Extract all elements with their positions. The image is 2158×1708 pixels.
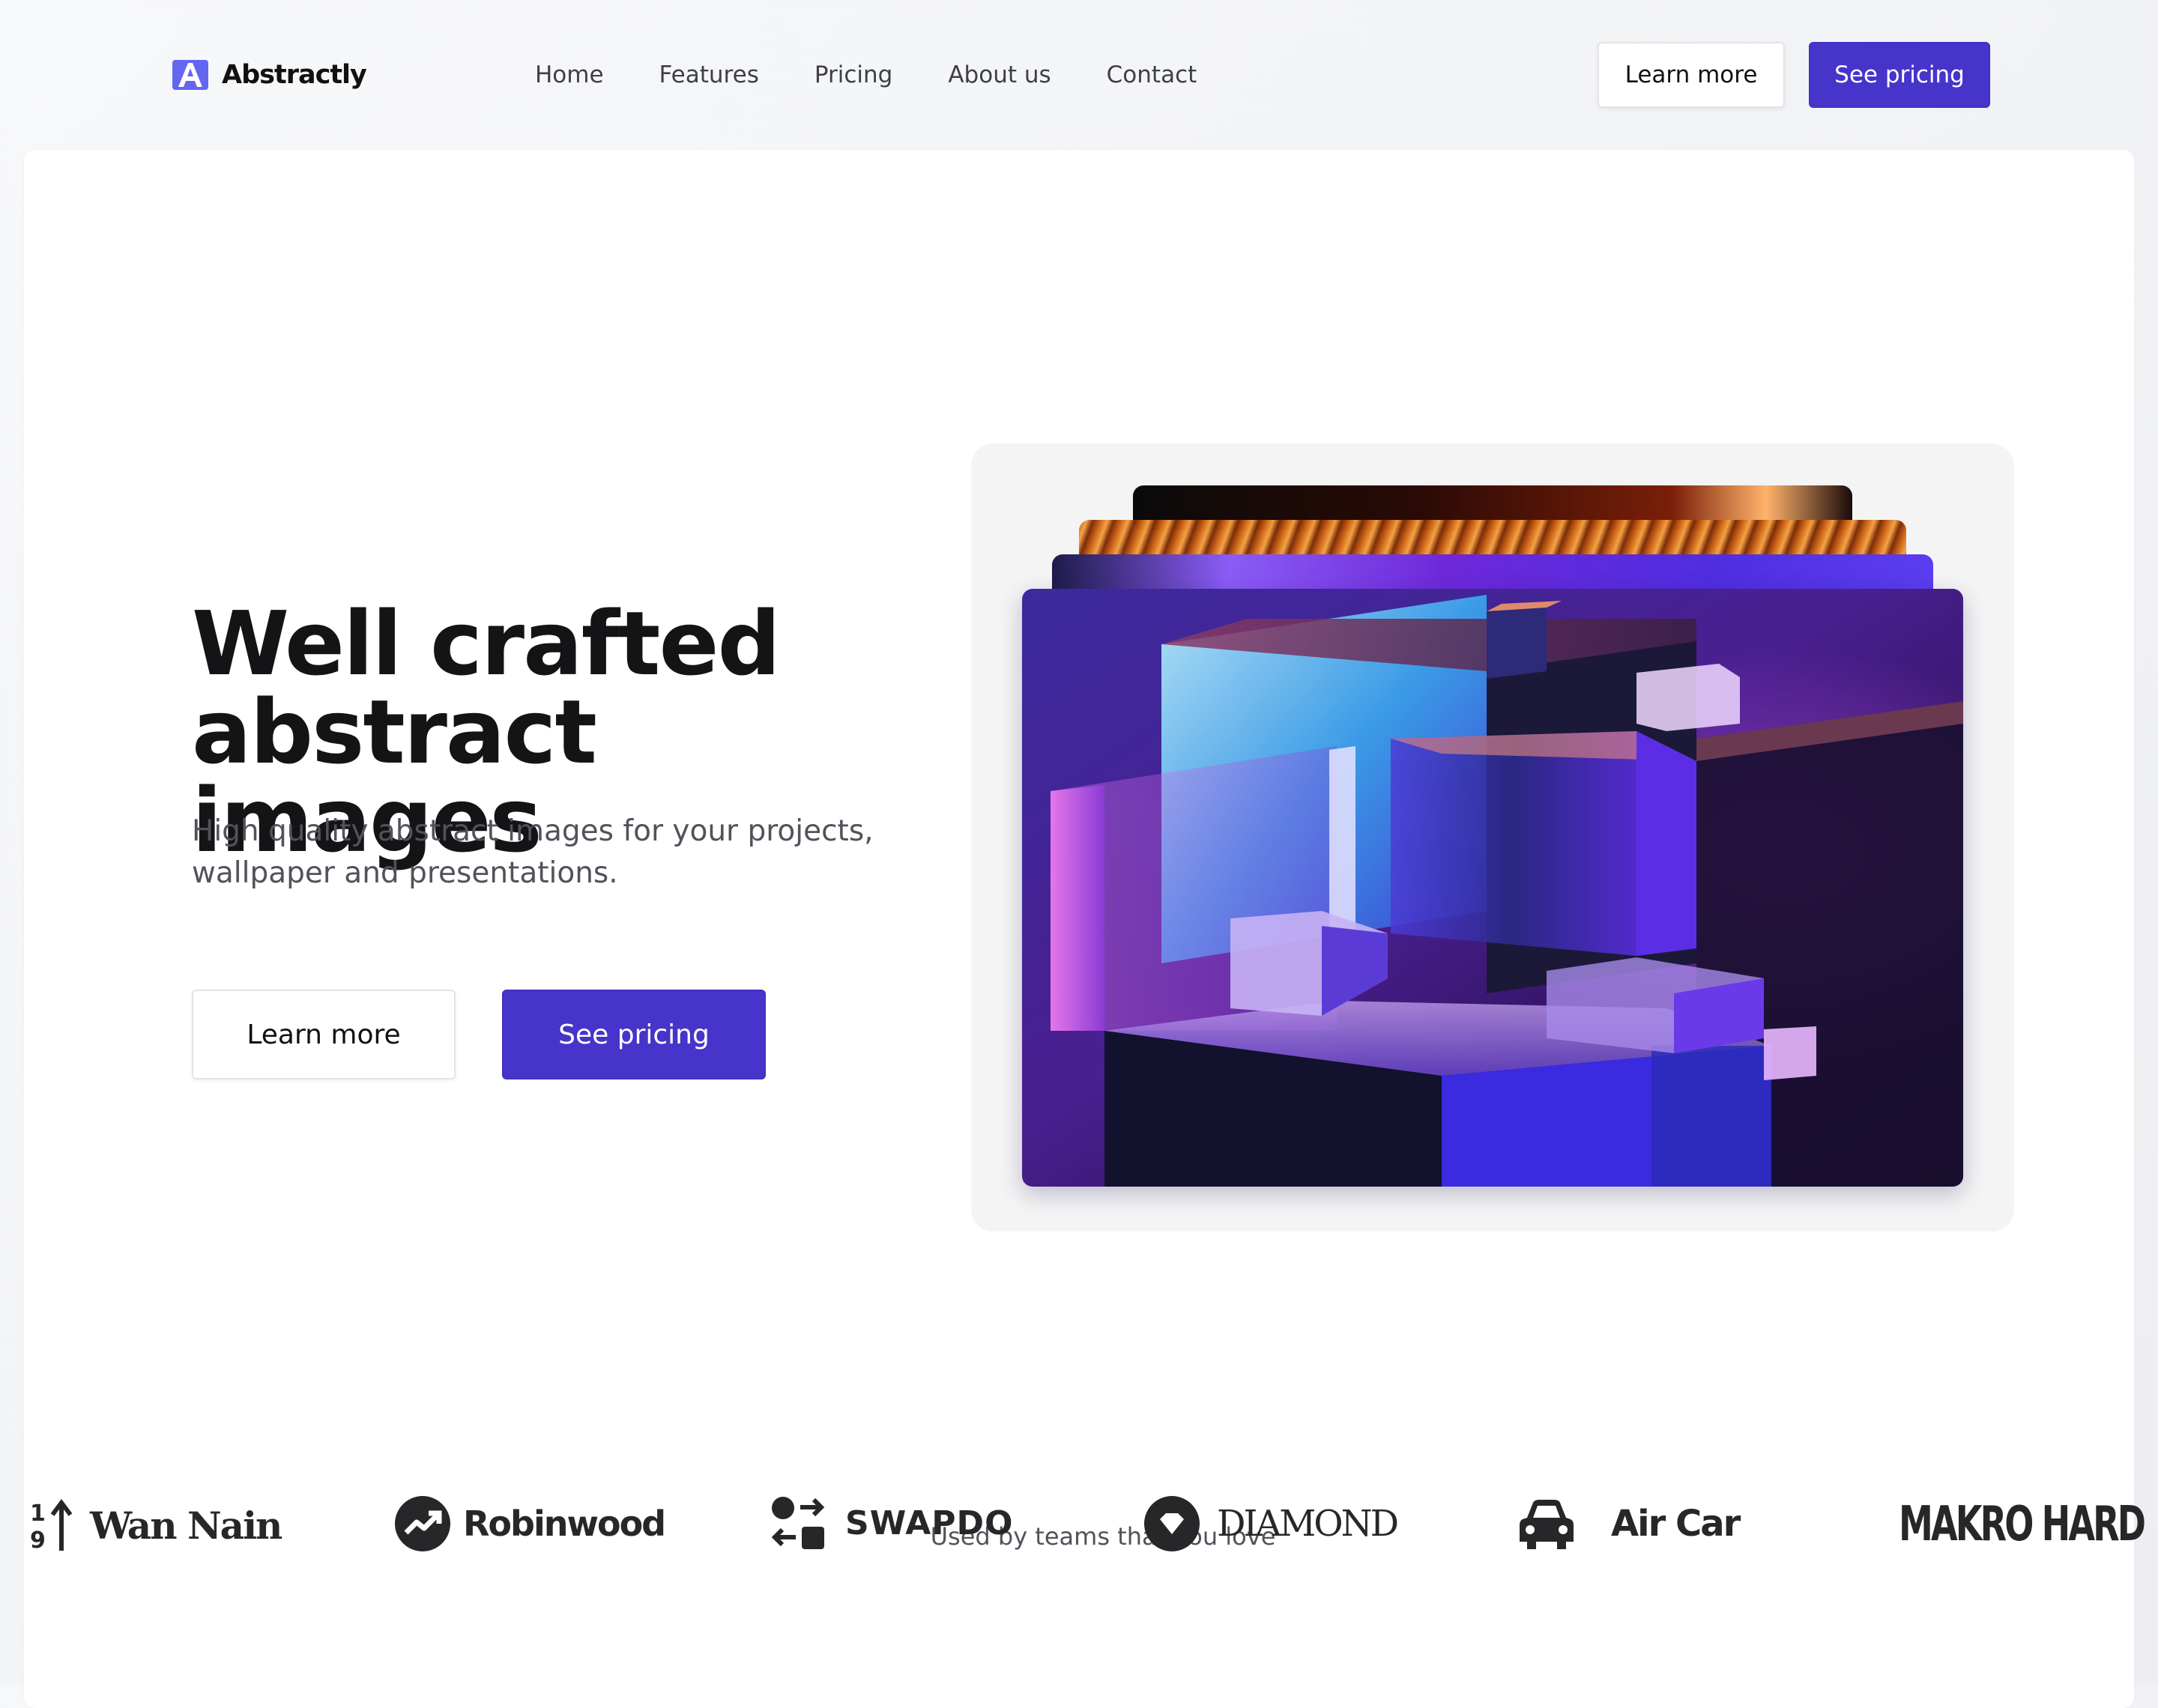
logo-makro-hard: MAKRO HARD — [1899, 1497, 2158, 1552]
header-learn-more-button[interactable]: Learn more — [1598, 42, 1785, 108]
hero-learn-more-button[interactable]: Learn more — [192, 990, 456, 1079]
logo-robinwood-name: Robinwood — [463, 1503, 666, 1544]
nav-about-us[interactable]: About us — [948, 61, 1051, 88]
swap-shapes-icon — [771, 1497, 825, 1549]
brand-logo[interactable]: Abstractly — [172, 58, 367, 91]
logo-robinwood: Robinwood — [394, 1495, 666, 1552]
svg-text:9: 9 — [30, 1527, 46, 1552]
logo-air-car: Air Car — [1517, 1495, 1741, 1552]
logo-swapdo-name: SWAPDO — [845, 1503, 1014, 1542]
logos-caption: Used by teams that you love — [930, 1522, 1276, 1551]
arrow-up-19-icon: 1 9 — [30, 1499, 73, 1552]
svg-text:1: 1 — [30, 1500, 46, 1527]
trending-up-circle-icon — [395, 1496, 450, 1551]
nav-pricing[interactable]: Pricing — [814, 61, 893, 88]
logo-swapdo: SWAPDO — [770, 1495, 1013, 1551]
diamond-circle-icon — [1144, 1496, 1200, 1551]
main-nav: Home Features Pricing About us Contact — [535, 58, 1252, 91]
hero-subtitle-line-1: High quality abstract images for your pr… — [192, 814, 874, 848]
logo-makro-hard-name: MAKRO HARD — [1899, 1497, 2146, 1552]
hero-card: Well crafted abstract images High qualit… — [24, 150, 2134, 1708]
hero-subtitle-line-2: wallpaper and presentations. — [192, 856, 618, 890]
hero-subtitle: High quality abstract images for your pr… — [192, 811, 881, 894]
logo-wan-nain-name: Wan Nain — [90, 1503, 282, 1548]
logo-diamond-name: DIAMOND — [1217, 1503, 1399, 1545]
abstractly-logo-icon — [172, 60, 208, 90]
site-header: Abstractly Home Features Pricing About u… — [0, 0, 2158, 150]
nav-features[interactable]: Features — [659, 61, 759, 88]
logo-air-car-name: Air Car — [1611, 1503, 1741, 1545]
logo-wan-nain: 1 9 Wan Nain — [28, 1498, 282, 1552]
hero-image-panel — [971, 443, 2014, 1232]
brand-name: Abstractly — [222, 60, 367, 90]
abstract-glass-blocks-illustration — [1022, 589, 1963, 1187]
car-icon — [1520, 1500, 1574, 1549]
header-see-pricing-button[interactable]: See pricing — [1809, 42, 1990, 108]
nav-home[interactable]: Home — [535, 61, 604, 88]
logo-diamond: DIAMOND — [1143, 1495, 1399, 1552]
hero-abstract-image — [1022, 589, 1963, 1187]
hero-see-pricing-button[interactable]: See pricing — [502, 990, 766, 1079]
nav-contact[interactable]: Contact — [1107, 61, 1197, 88]
